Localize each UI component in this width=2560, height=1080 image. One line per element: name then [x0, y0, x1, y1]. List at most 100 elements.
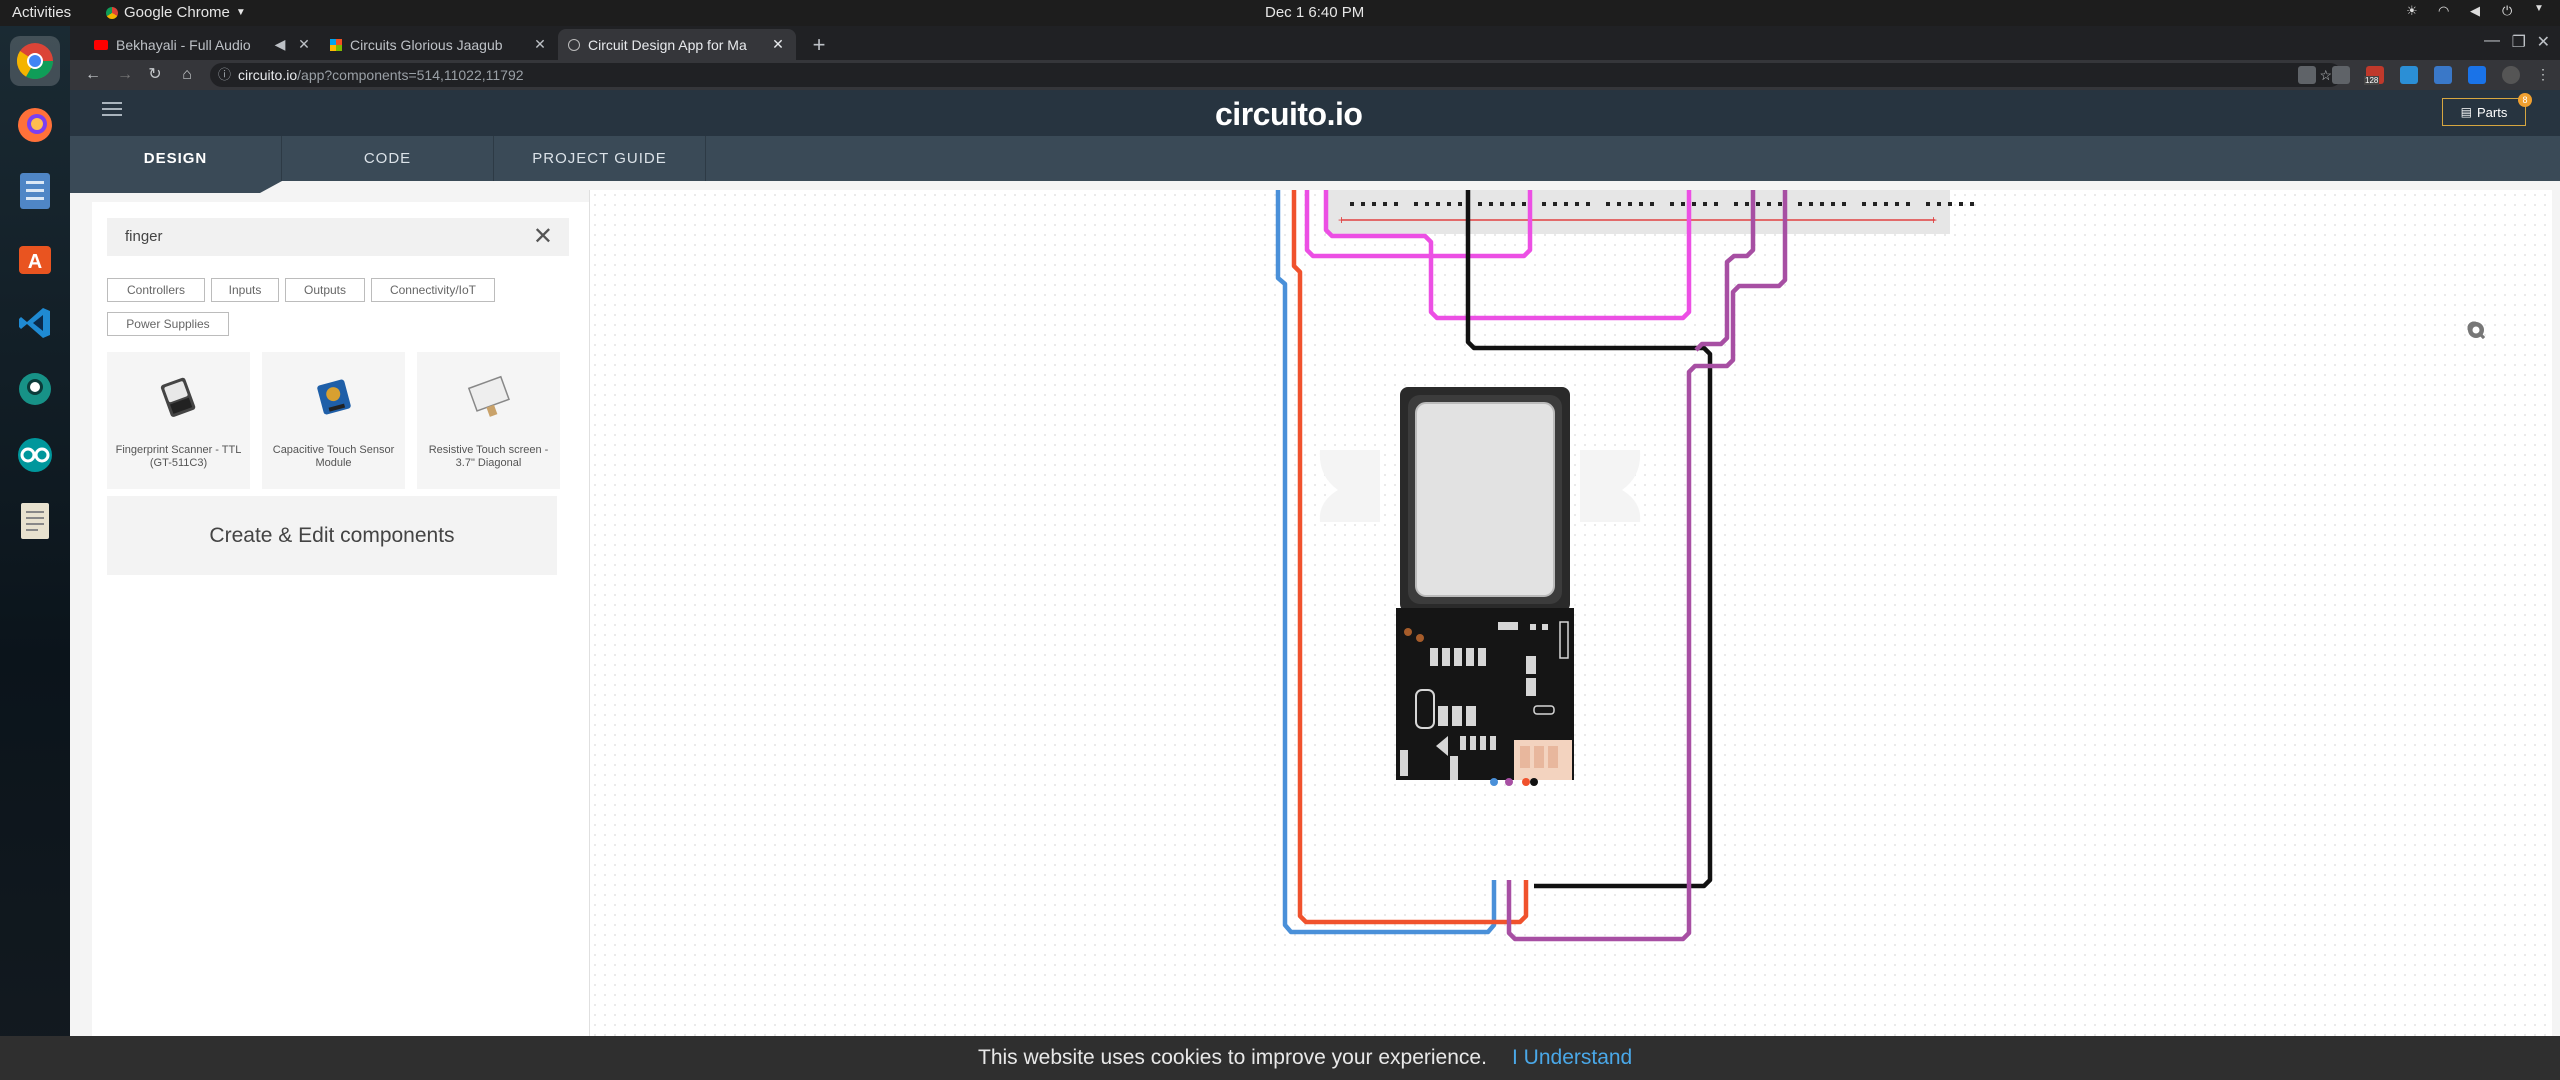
- tab-label: Circuits Glorious Jaagub: [350, 36, 503, 53]
- search-input[interactable]: finger ✕: [107, 218, 569, 256]
- circuit-canvas[interactable]: + +: [589, 190, 2552, 1080]
- close-icon[interactable]: ✕: [533, 218, 553, 256]
- extension-icon[interactable]: 128: [2364, 66, 2384, 85]
- breadboard-hole: [1350, 202, 1354, 206]
- zoom-out-icon[interactable]: [2466, 321, 2486, 372]
- breadboard-hole: [1873, 202, 1877, 206]
- breadboard-hole: [1650, 202, 1654, 206]
- breadboard-hole: [1778, 202, 1782, 206]
- parts-count-badge: 8: [2518, 93, 2532, 107]
- vscode-dock-icon[interactable]: [10, 298, 60, 348]
- breadboard-hole: [1681, 202, 1685, 206]
- filter-inputs[interactable]: Inputs: [211, 278, 279, 302]
- tab-project-guide[interactable]: PROJECT GUIDE: [494, 136, 706, 181]
- close-icon[interactable]: ✕: [532, 36, 548, 53]
- breadboard-hole: [1670, 202, 1674, 206]
- forward-button[interactable]: →: [114, 64, 136, 86]
- app-logo[interactable]: circuito.io: [1215, 96, 1363, 133]
- breadboard-hole: [1820, 202, 1824, 206]
- text-editor-dock-icon[interactable]: [10, 496, 60, 546]
- app-menu-label: Google Chrome: [124, 4, 230, 21]
- close-window-button[interactable]: ✕: [2537, 32, 2550, 52]
- fingerprint-scanner-module[interactable]: [1319, 387, 1641, 786]
- design-tabs: DESIGN CODE PROJECT GUIDE: [70, 136, 2560, 181]
- settings-gear-icon[interactable]: [2466, 322, 2486, 404]
- component-card[interactable]: Capacitive Touch Sensor Module: [262, 352, 405, 489]
- breadboard-hole: [1414, 202, 1418, 206]
- breadboard-hole: [1734, 202, 1738, 206]
- breadboard-hole: [1906, 202, 1910, 206]
- filter-connectivity-iot[interactable]: Connectivity/IoT: [371, 278, 495, 302]
- breadboard-hole: [1926, 202, 1930, 206]
- filter-outputs[interactable]: Outputs: [285, 278, 365, 302]
- breadboard-hole: [1767, 202, 1771, 206]
- speaker-icon[interactable]: ◀: [272, 36, 288, 53]
- breadboard-hole: [1586, 202, 1590, 206]
- breadboard-hole: [1522, 202, 1526, 206]
- breadboard-hole: [1500, 202, 1504, 206]
- close-icon[interactable]: ✕: [770, 36, 786, 53]
- system-top-bar: Activities Google Chrome ▼ Dec 1 6:40 PM…: [0, 0, 2560, 26]
- page: circuito.io ▤ Parts 8 DESIGN CODE PROJEC…: [70, 90, 2560, 1080]
- extensions-area: 128 ⋮: [2298, 66, 2550, 85]
- back-button[interactable]: ←: [82, 64, 104, 86]
- arduino-dock-icon[interactable]: [10, 430, 60, 480]
- browser-tab-3[interactable]: Circuit Design App for Ma ✕: [558, 29, 796, 60]
- breadboard-hole: [1447, 202, 1451, 206]
- extension-icon[interactable]: [2468, 66, 2486, 84]
- files-dock-icon[interactable]: [10, 166, 60, 216]
- tab-code[interactable]: CODE: [282, 136, 494, 181]
- cookie-banner: This website uses cookies to improve you…: [0, 1036, 2560, 1080]
- svg-text:+: +: [1338, 213, 1345, 227]
- breadboard-hole: [1842, 202, 1846, 206]
- tab-design[interactable]: DESIGN: [70, 136, 282, 181]
- filter-power-supplies[interactable]: Power Supplies: [107, 312, 229, 336]
- extension-icon[interactable]: [2400, 66, 2418, 84]
- breadboard-hole: [1745, 202, 1749, 206]
- gitkraken-dock-icon[interactable]: [10, 364, 60, 414]
- info-icon[interactable]: ⓘ: [218, 63, 231, 87]
- chevron-down-icon: ▼: [2534, 3, 2544, 14]
- menu-kebab-icon[interactable]: ⋮: [2536, 66, 2550, 84]
- create-edit-components-button[interactable]: Create & Edit components: [107, 496, 557, 575]
- clock[interactable]: Dec 1 6:40 PM: [1265, 4, 1364, 21]
- breadboard[interactable]: + +: [1325, 190, 1950, 234]
- filter-controllers[interactable]: Controllers: [107, 278, 205, 302]
- breadboard-hole: [1458, 202, 1462, 206]
- browser-window: Bekhayali - Full Audio ◀ ✕ Circuits Glor…: [70, 26, 2560, 1080]
- profile-avatar[interactable]: [2502, 66, 2520, 84]
- activities-button[interactable]: Activities: [12, 4, 71, 21]
- breadboard-hole: [1692, 202, 1696, 206]
- reload-button[interactable]: ↻: [144, 64, 166, 86]
- firefox-dock-icon[interactable]: [10, 100, 60, 150]
- breadboard-hole: [1703, 202, 1707, 206]
- maximize-button[interactable]: ❐: [2512, 32, 2526, 52]
- breadboard-hole: [1383, 202, 1387, 206]
- parts-button[interactable]: ▤ Parts: [2442, 98, 2526, 126]
- minimize-button[interactable]: —: [2484, 32, 2500, 50]
- breadboard-hole: [1606, 202, 1610, 206]
- breadboard-hole: [1617, 202, 1621, 206]
- extension-icon[interactable]: [2434, 66, 2452, 84]
- cookie-accept-button[interactable]: I Understand: [1512, 1046, 1632, 1070]
- chrome-dock-icon[interactable]: [10, 36, 60, 86]
- component-card[interactable]: Resistive Touch screen - 3.7" Diagonal: [417, 352, 560, 489]
- extension-icon[interactable]: [2332, 66, 2350, 84]
- software-center-dock-icon[interactable]: A: [10, 232, 60, 282]
- url-host: circuito.io: [238, 67, 298, 83]
- new-tab-button[interactable]: +: [806, 32, 832, 58]
- address-bar[interactable]: ⓘ circuito.io/app?components=514,11022,1…: [210, 63, 2342, 87]
- svg-text:A: A: [28, 251, 42, 273]
- home-button[interactable]: ⌂: [176, 64, 198, 86]
- breadboard-hole: [1895, 202, 1899, 206]
- system-tray[interactable]: ☀ ◠ ◀ ⏻ ▼: [2406, 3, 2550, 19]
- close-icon[interactable]: ✕: [296, 36, 312, 53]
- component-card[interactable]: Fingerprint Scanner - TTL (GT-511C3): [107, 352, 250, 489]
- hamburger-menu-icon[interactable]: [102, 102, 122, 120]
- component-title: Fingerprint Scanner - TTL (GT-511C3): [115, 444, 242, 469]
- browser-tab-2[interactable]: Circuits Glorious Jaagub ✕: [320, 29, 558, 60]
- browser-tab-1[interactable]: Bekhayali - Full Audio ◀ ✕: [84, 29, 322, 60]
- app-menu[interactable]: Google Chrome ▼: [106, 4, 246, 21]
- breadboard-hole: [1372, 202, 1376, 206]
- extension-icon[interactable]: [2298, 66, 2316, 84]
